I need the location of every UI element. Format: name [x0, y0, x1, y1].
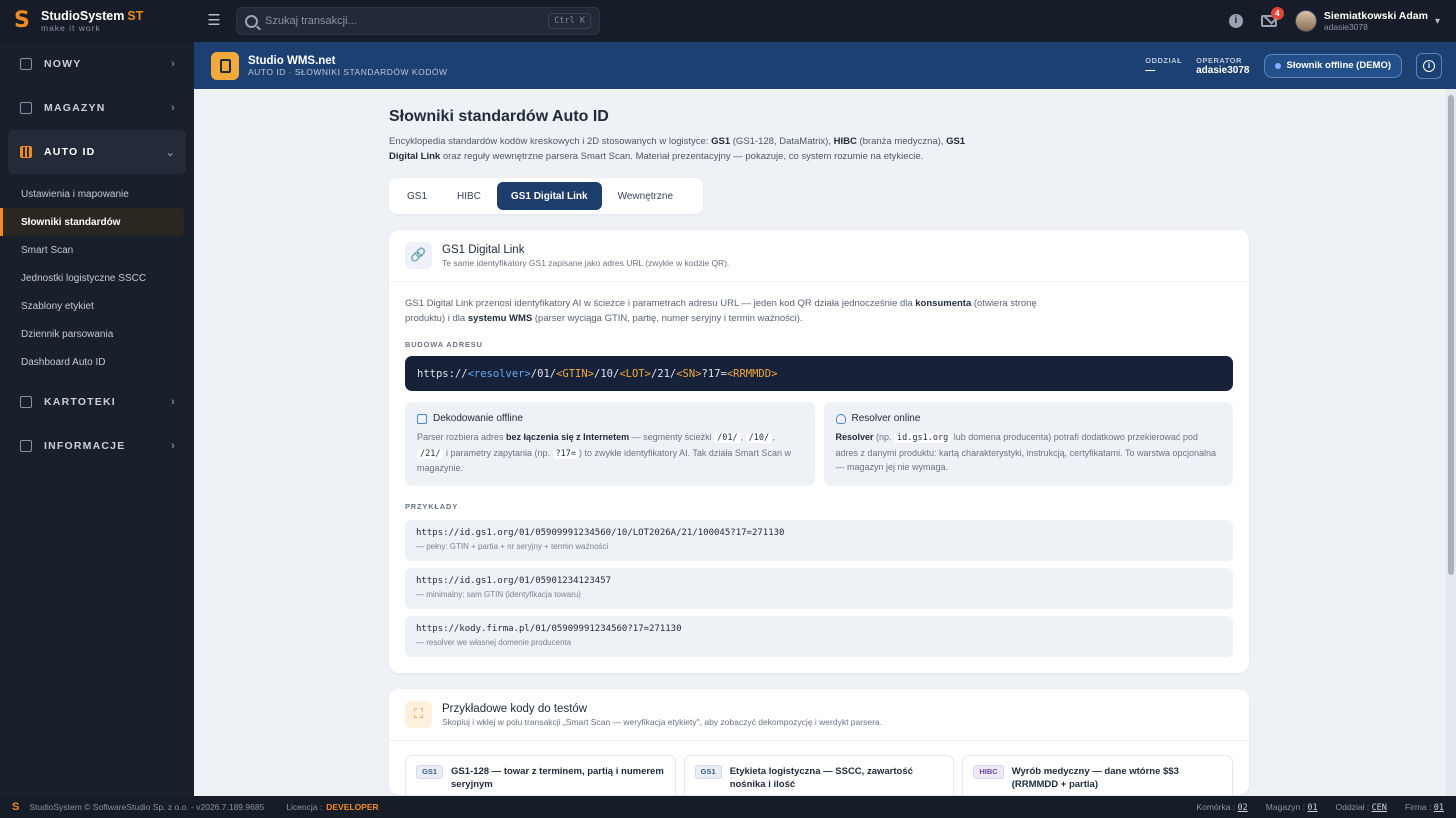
- user-menu[interactable]: Siemiatkowski Adam adasie3078 ▾: [1294, 10, 1440, 32]
- chevron-down-icon: ▾: [1434, 15, 1440, 27]
- card-title: Przykładowe kody do testów: [442, 702, 588, 715]
- chevron-right-icon: ›: [171, 58, 176, 70]
- avatar: [1294, 10, 1317, 32]
- card-title: GS1 Digital Link: [442, 243, 525, 256]
- user-login: adasie3078: [1323, 22, 1368, 32]
- sidebar-item-szablony[interactable]: Szablony etykiet: [0, 292, 194, 320]
- section-label-build: BUDOWA ADRESU: [405, 340, 483, 349]
- card-subtitle: Te same identyfikatory GS1 zapisane jako…: [442, 257, 730, 268]
- example-item[interactable]: https://kody.firma.pl/01/05909991234560?…: [405, 616, 1233, 657]
- standard-tabs: GS1 HIBC GS1 Digital Link Wewnętrzne: [389, 178, 703, 214]
- sidebar-item-dashboard[interactable]: Dashboard Auto ID: [0, 348, 194, 376]
- tab-gs1[interactable]: GS1: [393, 182, 441, 210]
- footer-warehouse: Magazyn : 01: [1265, 801, 1318, 813]
- cloud-icon: [835, 413, 846, 424]
- mail-count-badge: 4: [1270, 7, 1284, 20]
- intro-text: GS1 Digital Link przenosi identyfikatory…: [405, 298, 1037, 324]
- operator-field: OPERATOR adasie3078: [1196, 55, 1250, 76]
- test-code-item[interactable]: GS1 GS1-128 — towar z terminem, partią i…: [405, 755, 676, 795]
- tab-wewnetrzne[interactable]: Wewnętrzne: [604, 182, 687, 210]
- search-input[interactable]: [265, 15, 542, 27]
- warehouse-icon: [20, 102, 32, 114]
- sidebar-section-nowy[interactable]: NOWY ›: [0, 42, 194, 86]
- sidebar-item-dziennik[interactable]: Dziennik parsowania: [0, 320, 194, 348]
- standard-tag: HIBC: [973, 765, 1004, 779]
- brand-name: StudioSystem ST: [41, 9, 144, 23]
- footer-license-value: DEVELOPER: [326, 802, 379, 812]
- status-dot-icon: [1274, 62, 1281, 69]
- offline-dictionary-button[interactable]: Słownik offline (DEMO): [1263, 53, 1402, 78]
- tab-gs1-digital-link[interactable]: GS1 Digital Link: [496, 182, 602, 210]
- user-name: Siemiatkowski Adam: [1323, 10, 1428, 22]
- footer-cell: Komórka : 02: [1196, 801, 1248, 813]
- test-code-item[interactable]: GS1 Etykieta logistyczna — SSCC, zawarto…: [683, 755, 955, 795]
- main-content: Słowniki standardów Auto ID Encyklopedia…: [194, 89, 1446, 796]
- sidebar-item-smart-scan[interactable]: Smart Scan: [0, 236, 194, 264]
- footer-license-label: Licencja :: [286, 802, 323, 812]
- sidebar-item-ustawienia[interactable]: Ustawienia i mapowanie: [0, 180, 194, 208]
- url-structure: https://<resolver>/01/<GTIN>/10/<LOT>/21…: [405, 356, 1233, 391]
- page-description: Encyklopedia standardów kodów kreskowych…: [389, 136, 966, 162]
- footer-branch: Oddział : CEN: [1335, 801, 1387, 813]
- sidebar-section-auto-id[interactable]: AUTO ID ⌄: [8, 130, 186, 174]
- mail-icon[interactable]: 4: [1260, 7, 1284, 27]
- search-box[interactable]: Ctrl K: [236, 7, 600, 35]
- info-icon[interactable]: i: [1228, 14, 1243, 28]
- chevron-right-icon: ›: [171, 102, 176, 114]
- brand-logo-icon: S: [14, 8, 30, 33]
- digital-link-card: 🔗 GS1 Digital Link Te same identyfikator…: [389, 230, 1249, 673]
- tab-hibc[interactable]: HIBC: [443, 182, 495, 210]
- footer-copyright: StudioSystem © SoftwareStudio Sp. z o.o.…: [29, 802, 265, 812]
- folder-icon: [20, 396, 32, 408]
- sidebar-item-slowniki[interactable]: Słowniki standardów: [0, 208, 184, 236]
- document-icon: [20, 440, 32, 452]
- status-bar: S StudioSystem © SoftwareStudio Sp. z o.…: [0, 796, 1456, 818]
- example-item[interactable]: https://id.gs1.org/01/05909991234560/10/…: [405, 520, 1233, 561]
- book-icon: [211, 51, 239, 80]
- sidebar-section-magazyn[interactable]: MAGAZYN ›: [0, 86, 194, 130]
- module-subtitle: AUTO ID · SŁOWNIKI STANDARDÓW KODÓW: [248, 66, 448, 77]
- search-shortcut: Ctrl K: [548, 13, 591, 29]
- barcode-icon: [20, 146, 32, 158]
- brand[interactable]: S StudioSystem ST make it work: [0, 9, 194, 33]
- branch-field: ODDZIAŁ —: [1145, 55, 1183, 76]
- search-icon: [245, 14, 258, 28]
- test-code-item[interactable]: HIBC Wyrób medyczny — dane wtórne $$3 (R…: [962, 755, 1234, 795]
- link-icon: 🔗: [405, 242, 432, 269]
- top-bar: S StudioSystemST make it work ☰ Ctrl K i…: [0, 0, 1456, 42]
- module-title: Studio WMS.net: [248, 54, 336, 67]
- section-label-examples: PRZYKŁADY: [405, 502, 459, 511]
- module-info-button[interactable]: i: [1416, 52, 1442, 79]
- plus-square-icon: [20, 58, 32, 70]
- page-title: Słowniki standardów Auto ID: [389, 108, 609, 125]
- chevron-right-icon: ›: [171, 396, 176, 408]
- scan-frame-icon: ⛶: [405, 701, 432, 728]
- menu-toggle-icon[interactable]: ☰: [204, 12, 224, 30]
- sidebar-section-kartoteki[interactable]: KARTOTEKI ›: [0, 380, 194, 424]
- chevron-down-icon: ⌄: [165, 146, 176, 159]
- sidebar-item-sscc[interactable]: Jednostki logistyczne SSCC: [0, 264, 194, 292]
- scan-icon: [417, 413, 427, 424]
- brand-tagline: make it work: [41, 23, 101, 33]
- example-item[interactable]: https://id.gs1.org/01/05901234123457 — m…: [405, 568, 1233, 609]
- scrollbar-thumb[interactable]: [1448, 95, 1454, 575]
- test-codes-card: ⛶ Przykładowe kody do testów Skopiuj i w…: [389, 689, 1249, 795]
- footer-company: Firma : 01: [1404, 801, 1444, 813]
- info-icon: i: [1423, 59, 1435, 72]
- resolver-online-box: Resolver online Resolver (np. id.gs1.org…: [823, 402, 1233, 486]
- offline-decoding-box: Dekodowanie offline Parser rozbiera adre…: [405, 402, 815, 486]
- sidebar: NOWY › MAGAZYN › AUTO ID ⌄ Ustawienia i …: [0, 42, 194, 796]
- standard-tag: GS1: [694, 765, 722, 779]
- module-header: Studio WMS.net AUTO ID · SŁOWNIKI STANDA…: [194, 42, 1456, 89]
- chevron-right-icon: ›: [171, 440, 176, 452]
- footer-logo-icon: S: [12, 801, 20, 813]
- card-subtitle: Skopiuj i wklej w polu transakcji „Smart…: [442, 716, 882, 727]
- content-scrollbar[interactable]: [1446, 89, 1456, 796]
- sidebar-section-informacje[interactable]: INFORMACJE ›: [0, 424, 194, 468]
- standard-tag: GS1: [416, 765, 444, 779]
